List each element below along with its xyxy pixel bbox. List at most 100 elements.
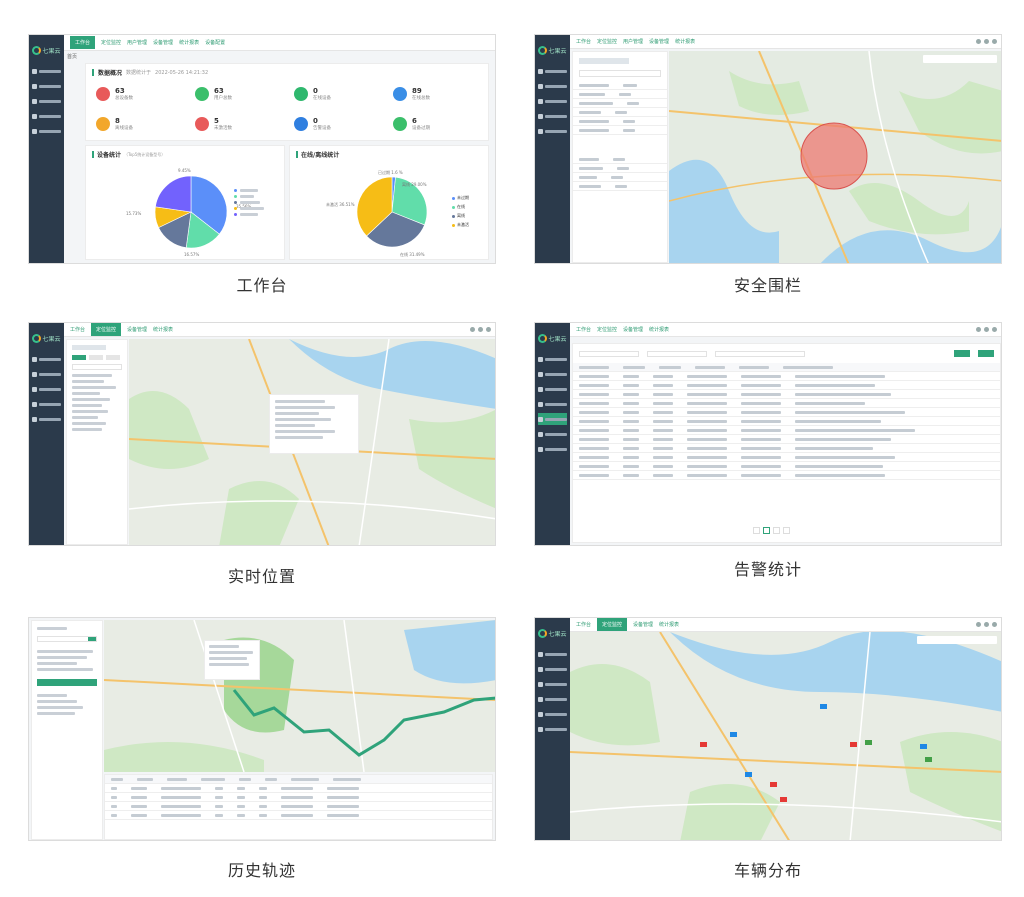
tab-devices[interactable]: 设备管理 [623,326,643,333]
tab-monitor[interactable]: 定位监控 [597,326,617,333]
stat-icon [96,87,110,101]
stat-label: 在线总数 [412,96,430,101]
stat-label: 告警设备 [313,126,331,131]
stat-label: 离线设备 [115,126,133,131]
pie-data-label: 在线 31.49% [400,251,425,257]
tab-config[interactable]: 设备配置 [205,39,225,46]
sidebar-item[interactable] [538,80,567,92]
top-nav: 工作台 定位监控 用户管理 设备管理 统计报表 设备配置 [64,35,495,51]
stat-tile: 63 总设备数 [90,79,189,109]
sidebar-item-alarm[interactable] [538,413,567,425]
sidebar-item[interactable] [538,398,567,410]
sidebar-item[interactable] [538,65,567,77]
sidebar-item[interactable] [32,413,61,425]
caption-vehicle: 车辆分布 [733,861,802,880]
brand-logo: 七果云 [537,327,568,349]
sidebar-item[interactable] [32,353,61,365]
device-legend [234,186,264,219]
pie-data-label: 16.57% [184,252,199,257]
sidebar-item[interactable] [32,125,61,137]
caption-alarm: 告警统计 [733,560,802,579]
sidebar-item[interactable] [538,723,567,735]
tab-devices[interactable]: 设备管理 [649,38,669,45]
pie-data-label: 9.45% [178,168,191,173]
pie-data-label: 已过期 1.6 % [378,169,403,175]
caption-geofence: 安全围栏 [733,276,802,295]
stat-icon [195,87,209,101]
export-button[interactable] [978,350,994,357]
stat-value: 89 [412,87,422,95]
fence-map[interactable] [669,51,1001,263]
sidebar-item[interactable] [538,693,567,705]
sidebar-item[interactable] [538,428,567,440]
history-map[interactable] [104,620,495,772]
stat-icon [294,117,308,131]
sidebar-item[interactable] [538,383,567,395]
sidebar-item[interactable] [32,80,61,92]
overview-time: 2022-05-26 14:21:32 [155,69,209,76]
stat-value: 8 [115,117,120,125]
fence-map-canvas [669,51,1001,263]
sidebar-item[interactable] [32,398,61,410]
stat-value: 5 [214,117,219,125]
sidebar-item[interactable] [32,65,61,77]
tab-devices[interactable]: 设备管理 [153,39,173,46]
tab-reports[interactable]: 统计报表 [179,39,199,46]
sidebar-item[interactable] [32,383,61,395]
sidebar: 七果云 [535,618,570,840]
breadcrumb: 首页 [67,54,78,60]
realtime-map[interactable] [129,339,495,545]
tab-monitor[interactable]: 定位监控 [91,323,122,336]
tab-monitor[interactable]: 定位监控 [101,39,121,46]
tab-workbench[interactable]: 工作台 [576,326,591,333]
tab-users[interactable]: 用户管理 [127,39,147,46]
tab-users[interactable]: 用户管理 [623,38,643,45]
tab-workbench[interactable]: 工作台 [70,326,85,333]
legend-item: 在线 [452,204,469,210]
sidebar-item[interactable] [538,678,567,690]
brand-name: 七果云 [42,47,61,55]
sidebar-item[interactable] [538,353,567,365]
tab-reports[interactable]: 统计报表 [153,326,173,333]
sidebar: 七果云 [535,35,570,263]
legend-item: 未激活 [452,222,469,228]
alarm-panel: 七果云 工作台 定位监控 设备管理 统计报表 [534,322,1002,546]
sidebar-item[interactable] [538,443,567,455]
stat-icon [393,117,407,131]
tab-devices[interactable]: 设备管理 [127,326,147,333]
tab-monitor[interactable]: 定位监控 [597,618,628,631]
tab-reports[interactable]: 统计报表 [659,621,679,628]
tab-workbench[interactable]: 工作台 [576,38,591,45]
sidebar-item[interactable] [538,648,567,660]
sidebar: 七果云 [29,35,64,263]
sidebar-item[interactable] [32,95,61,107]
sidebar: 七果云 [29,323,64,545]
sidebar-item[interactable] [538,663,567,675]
sidebar-item[interactable] [538,708,567,720]
vehicle-map[interactable] [570,632,1001,840]
stat-tile: 5 未激活数 [189,109,288,139]
stat-tile: 89 在线总数 [387,79,486,109]
device-info-popup [269,394,359,454]
sidebar-item[interactable] [538,125,567,137]
stat-tile: 0 在线设备 [288,79,387,109]
pagination[interactable] [753,527,790,534]
sidebar-item[interactable] [32,368,61,380]
history-panel [28,617,496,841]
sidebar-item[interactable] [538,110,567,122]
vehicle-map-canvas [570,632,1001,840]
history-map-canvas [104,620,495,772]
tab-reports[interactable]: 统计报表 [649,326,669,333]
sidebar-item[interactable] [32,110,61,122]
tab-devices[interactable]: 设备管理 [633,621,653,628]
sidebar-item[interactable] [538,95,567,107]
sidebar-item[interactable] [538,368,567,380]
tab-monitor[interactable]: 定位监控 [597,38,617,45]
brand-name: 七果云 [548,630,567,638]
query-button[interactable] [37,679,97,686]
tab-reports[interactable]: 统计报表 [675,38,695,45]
workbench-panel: 七果云 工作台 定位监控 用户管理 设备管理 统计报表 设备配置 首页 数据概况… [28,34,496,264]
search-button[interactable] [954,350,970,357]
tab-workbench[interactable]: 工作台 [576,621,591,628]
tab-workbench[interactable]: 工作台 [70,36,96,49]
